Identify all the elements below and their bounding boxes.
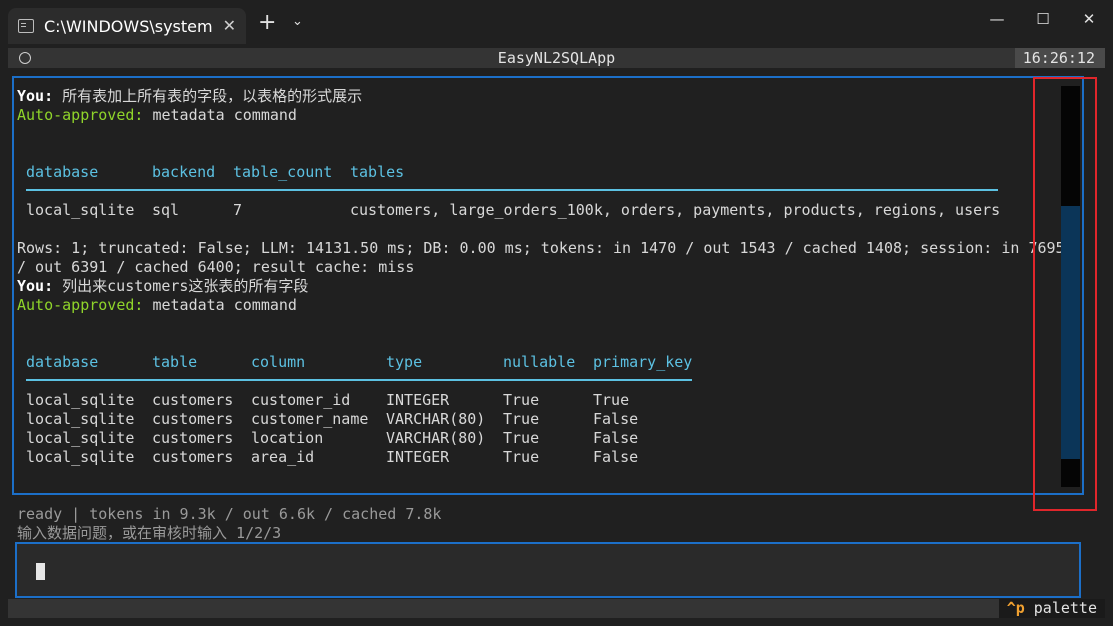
scrollbar-highlight-box [1033,77,1097,511]
table-cell: True [593,391,630,409]
table-cell: True [503,391,540,409]
auto-approved-label: Auto-approved: [17,296,144,314]
table-cell: customers [152,391,234,409]
terminal-tab[interactable]: C:\WINDOWS\system32\cmd.exe ✕ [8,8,246,44]
table-header: primary_key [593,353,693,371]
table-header: backend [152,163,216,181]
table-cell: local_sqlite [26,391,135,409]
text-cursor [36,563,45,580]
auto-approved-text: metadata command [143,106,297,124]
table-header: table [152,353,198,371]
app-title: EasyNL2SQLApp [497,49,616,67]
footer-bar: ^p palette [8,599,1105,618]
table-cell: False [593,410,639,428]
header-clock: 16:26:12 [1014,48,1105,68]
you-label: You: [17,87,54,105]
chevron-down-icon[interactable]: ⌄ [292,14,303,29]
you-label: You: [17,277,54,295]
minimize-button[interactable]: — [982,10,1012,28]
close-tab-icon[interactable]: ✕ [223,16,236,35]
table-cell: location [251,429,324,447]
table-cell: local_sqlite [26,448,135,466]
auto-approved-line: Auto-approved: metadata command [17,106,297,125]
user-message-text: 所有表加上所有表的字段，以表格的形式展示 [53,87,363,105]
table-cell: customer_name [251,410,369,428]
maximize-button[interactable]: ☐ [1028,10,1058,28]
status-line: ready | tokens in 9.3k / out 6.6k / cach… [17,505,442,523]
stats-line: / out 6391 / cached 6400; result cache: … [17,258,415,276]
table-cell: 7 [233,201,243,219]
user-message: You: 列出来customers这张表的所有字段 [17,277,308,296]
app-header: EasyNL2SQLApp 16:26:12 [8,48,1105,68]
table-cell: VARCHAR(80) [386,429,486,447]
table-cell: False [593,429,639,447]
input-hint: 输入数据问题，或在审核时输入 1/2/3 [17,524,282,542]
close-window-button[interactable]: ✕ [1074,10,1104,28]
table-cell: False [593,448,639,466]
table-header: column [251,353,306,371]
table-cell: customers [152,429,234,447]
table-header: database [26,163,99,181]
table-cell: local_sqlite [26,410,135,428]
table-header: type [386,353,423,371]
table-cell: True [503,410,540,428]
table-cell: area_id [251,448,315,466]
auto-approved-text: metadata command [143,296,297,314]
table-header: database [26,353,99,371]
auto-approved-label: Auto-approved: [17,106,144,124]
user-message-text: 列出来customers这张表的所有字段 [53,277,309,295]
table-cell: customer_id [251,391,351,409]
table-cell: customers, large_orders_100k, orders, pa… [350,201,1001,219]
table-header: nullable [503,353,576,371]
palette-shortcut[interactable]: ^p palette [998,599,1105,618]
tab-title: C:\WINDOWS\system32\cmd.exe [44,16,212,36]
shortcut-label: palette [1024,599,1097,617]
table-cell: True [503,448,540,466]
table-divider [26,189,998,191]
new-tab-button[interactable]: + [258,11,276,35]
table-header: tables [350,163,405,181]
table-cell: local_sqlite [26,429,135,447]
table-cell: VARCHAR(80) [386,410,486,428]
stats-line: Rows: 1; truncated: False; LLM: 14131.50… [17,239,1065,257]
user-message: You: 所有表加上所有表的字段，以表格的形式展示 [17,87,362,106]
table-cell: INTEGER [386,448,450,466]
terminal-icon [18,19,34,33]
table-cell: customers [152,448,234,466]
table-cell: sql [152,201,180,219]
table-cell: local_sqlite [26,201,135,219]
window-titlebar: C:\WINDOWS\system32\cmd.exe ✕ + ⌄ — ☐ ✕ [0,0,1113,48]
table-cell: INTEGER [386,391,450,409]
table-cell: True [503,429,540,447]
table-cell: customers [152,410,234,428]
question-input[interactable] [15,542,1081,598]
shortcut-key: ^p [1006,599,1025,617]
table-divider [26,379,692,381]
conversation-log[interactable]: You: 所有表加上所有表的字段，以表格的形式展示 Auto-approved:… [12,76,1084,495]
table-header: table_count [233,163,333,181]
auto-approved-line: Auto-approved: metadata command [17,296,297,315]
